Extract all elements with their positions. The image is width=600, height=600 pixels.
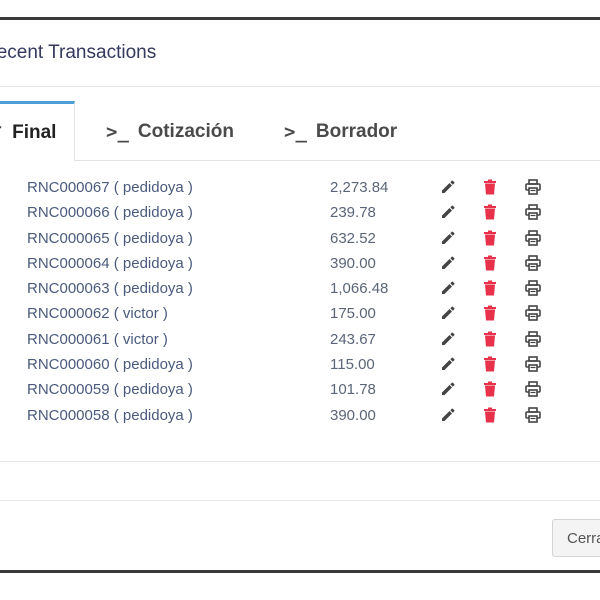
printer-icon[interactable] — [524, 279, 542, 297]
trash-icon[interactable] — [481, 203, 499, 221]
pencil-icon[interactable] — [439, 355, 457, 373]
trash-icon[interactable] — [481, 178, 499, 196]
transaction-row: RNC000064 ( pedidoya ) 390.00 — [0, 251, 600, 276]
trash-icon[interactable] — [481, 330, 499, 348]
printer-icon[interactable] — [524, 406, 542, 424]
pencil-icon[interactable] — [439, 406, 457, 424]
tab-cotizacion[interactable]: >_ Cotización — [106, 104, 234, 160]
transaction-row: RNC000061 ( victor ) 243.67 — [0, 327, 600, 352]
modal-title: Recent Transactions — [0, 42, 157, 63]
transaction-row: RNC000066 ( pedidoya ) 239.78 — [0, 200, 600, 225]
transaction-row: RNC000067 ( pedidoya ) 2,273.84 — [0, 175, 600, 200]
transaction-amount: 175.00 — [330, 305, 376, 323]
transaction-name[interactable]: RNC000064 ( pedidoya ) — [27, 255, 193, 272]
tab-borrador[interactable]: >_ Borrador — [284, 104, 397, 160]
transactions-list: RNC000067 ( pedidoya ) 2,273.84 RNC000066 … — [0, 175, 600, 428]
trash-icon[interactable] — [481, 406, 499, 424]
printer-icon[interactable] — [524, 254, 542, 272]
tab-bar: ✓ Final >_ Cotización >_ Borrador — [0, 101, 600, 161]
trash-icon[interactable] — [481, 380, 499, 398]
pencil-icon[interactable] — [439, 304, 457, 322]
transaction-amount: 115.00 — [330, 356, 375, 374]
transaction-row: RNC000062 ( victor ) 175.00 — [0, 301, 600, 326]
printer-icon[interactable] — [524, 355, 542, 373]
transaction-name[interactable]: RNC000058 ( pedidoya ) — [27, 407, 193, 424]
transaction-name[interactable]: RNC000062 ( victor ) — [27, 305, 168, 322]
transaction-row: RNC000060 ( pedidoya ) 115.00 — [0, 352, 600, 377]
transaction-row: .RNC000058 ( pedidoya )390.00 — [0, 403, 600, 428]
transactions-modal: Recent Transactions ✓ Final >_ Cotizació… — [0, 17, 600, 573]
transaction-amount: 632.52 — [330, 229, 376, 247]
trash-icon[interactable] — [481, 355, 499, 373]
printer-icon[interactable] — [524, 229, 542, 247]
trash-icon[interactable] — [481, 304, 499, 322]
pencil-icon[interactable] — [439, 178, 457, 196]
divider — [0, 461, 600, 462]
pencil-icon[interactable] — [439, 380, 457, 398]
transaction-amount: 390.00 — [330, 406, 376, 424]
transaction-name[interactable]: RNC000065 ( pedidoya ) — [27, 230, 193, 247]
trash-icon[interactable] — [481, 254, 499, 272]
transaction-amount: 1,066.48 — [330, 280, 389, 298]
transaction-amount: 239.78 — [330, 204, 376, 222]
transaction-amount: 390.00 — [330, 254, 376, 272]
transaction-name[interactable]: RNC000060 ( pedidoya ) — [27, 356, 193, 373]
transaction-amount: 101.78 — [330, 381, 376, 399]
trash-icon[interactable] — [481, 229, 499, 247]
printer-icon[interactable] — [524, 380, 542, 398]
pencil-icon[interactable] — [439, 229, 457, 247]
close-button[interactable]: Cerrar — [552, 519, 600, 557]
transaction-amount: 243.67 — [330, 330, 376, 348]
divider — [0, 500, 600, 501]
trash-icon[interactable] — [481, 279, 499, 297]
tab-label: Final — [12, 121, 57, 143]
pencil-icon[interactable] — [439, 279, 457, 297]
transaction-row: RNC000059 ( pedidoya ) 101.78 — [0, 377, 600, 402]
transaction-name[interactable]: RNC000061 ( victor ) — [27, 331, 168, 348]
tab-final[interactable]: ✓ Final — [0, 101, 76, 161]
terminal-icon: >_ — [284, 121, 307, 143]
transaction-row: RNC000065 ( pedidoya ) 632.52 — [0, 226, 600, 251]
pencil-icon[interactable] — [439, 330, 457, 348]
check-icon: ✓ — [0, 122, 4, 143]
printer-icon[interactable] — [524, 304, 542, 322]
transaction-row: RNC000063 ( pedidoya ) 1,066.48 — [0, 276, 600, 301]
transaction-name[interactable]: RNC000063 ( pedidoya ) — [27, 280, 193, 297]
transaction-name[interactable]: RNC000059 ( pedidoya ) — [27, 381, 193, 398]
tab-label: Cotización — [137, 121, 234, 142]
printer-icon[interactable] — [524, 203, 542, 221]
transaction-name[interactable]: RNC000066 ( pedidoya ) — [27, 204, 193, 221]
pencil-icon[interactable] — [439, 203, 457, 221]
terminal-icon: >_ — [106, 121, 129, 143]
modal-header: Recent Transactions — [0, 20, 600, 87]
transaction-amount: 2,273.84 — [330, 179, 389, 196]
tab-label: Borrador — [315, 121, 398, 142]
printer-icon[interactable] — [524, 178, 542, 196]
printer-icon[interactable] — [524, 330, 542, 348]
transaction-name[interactable]: RNC000067 ( pedidoya ) — [27, 179, 193, 196]
pencil-icon[interactable] — [439, 254, 457, 272]
